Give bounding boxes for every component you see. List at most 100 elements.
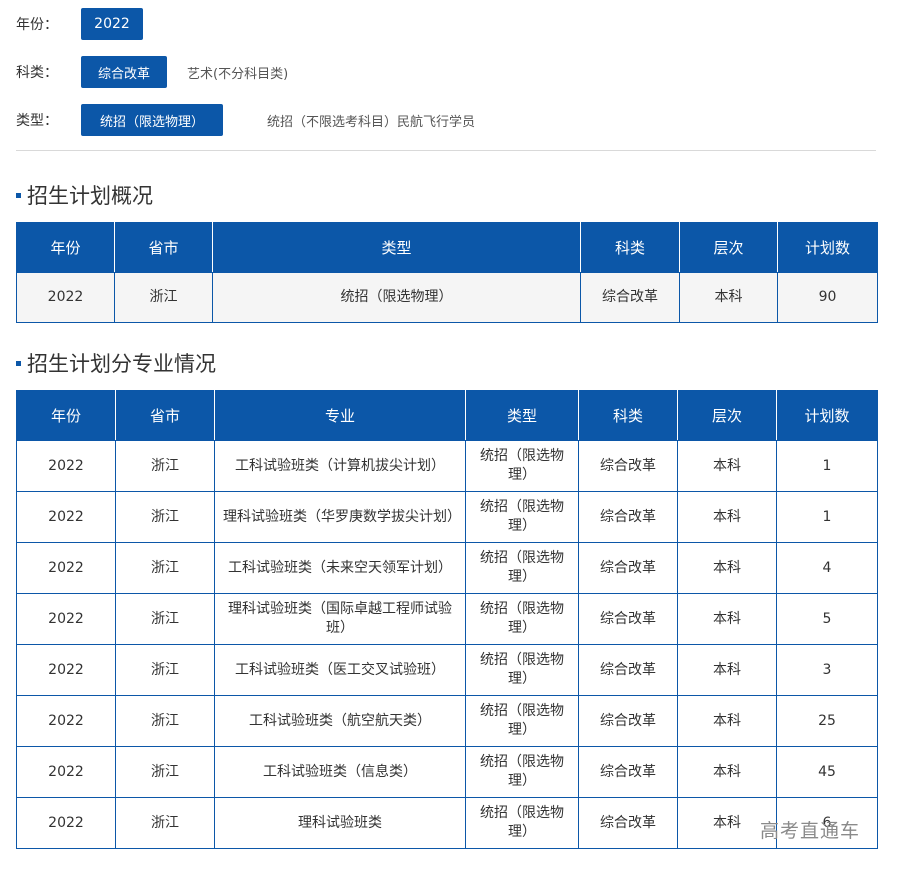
cell-level: 本科 (677, 593, 777, 645)
cell-level: 本科 (677, 695, 777, 747)
table-row: 2022 浙江 工科试验班类（计算机拔尖计划） 统招（限选物理） 综合改革 本科 1 (16, 440, 878, 492)
header-subject: 科类 (578, 390, 678, 441)
cell-plan-count: 1 (776, 491, 878, 543)
cell-type: 统招（限选物理） (465, 644, 579, 696)
cell-major: 工科试验班类（医工交叉试验班） (214, 644, 466, 696)
filter-subject-label: 科类： (16, 65, 58, 81)
header-plan-count: 计划数 (777, 222, 878, 273)
header-type: 类型 (212, 222, 581, 273)
cell-year: 2022 (16, 593, 116, 645)
filter-type-option-unrestricted[interactable]: 统招（不限选考科目） (267, 104, 397, 136)
cell-year: 2022 (16, 746, 116, 798)
filter-type-option-physics[interactable]: 统招（限选物理） (81, 104, 223, 136)
cell-level: 本科 (677, 440, 777, 492)
cell-year: 2022 (16, 644, 116, 696)
filter-type-label: 类型： (16, 113, 58, 129)
cell-province: 浙江 (115, 695, 215, 747)
cell-type: 统招（限选物理） (465, 797, 579, 849)
cell-province: 浙江 (115, 542, 215, 594)
header-province: 省市 (114, 222, 213, 273)
cell-level: 本科 (677, 542, 777, 594)
cell-level: 本科 (677, 491, 777, 543)
cell-year: 2022 (16, 542, 116, 594)
cell-type: 统招（限选物理） (212, 272, 581, 323)
table-header-row: 年份 省市 类型 科类 层次 计划数 (16, 222, 878, 273)
cell-subject: 综合改革 (578, 797, 678, 849)
header-province: 省市 (115, 390, 215, 441)
header-year: 年份 (16, 390, 116, 441)
section-title-majors: 招生计划分专业情况 (16, 348, 216, 378)
cell-plan-count: 45 (776, 746, 878, 798)
header-level: 层次 (679, 222, 778, 273)
cell-type: 统招（限选物理） (465, 695, 579, 747)
header-type: 类型 (465, 390, 579, 441)
table-row: 2022 浙江 理科试验班类（国际卓越工程师试验班） 统招（限选物理） 综合改革 本科 5 (16, 593, 878, 645)
cell-plan-count: 3 (776, 644, 878, 696)
cell-province: 浙江 (115, 491, 215, 543)
cell-plan-count: 4 (776, 542, 878, 594)
cell-subject: 综合改革 (578, 695, 678, 747)
table-row: 2022 浙江 工科试验班类（医工交叉试验班） 统招（限选物理） 综合改革 本科 3 (16, 644, 878, 696)
majors-table: 年份 省市 专业 类型 科类 层次 计划数 2022 浙江 工科试验班类（计算机拔尖… (16, 390, 878, 849)
filter-type-option-pilot[interactable]: 民航飞行学员 (397, 104, 475, 136)
cell-plan-count: 25 (776, 695, 878, 747)
cell-province: 浙江 (115, 593, 215, 645)
watermark: 高考直通车 (760, 820, 861, 842)
divider (16, 150, 876, 151)
cell-subject: 综合改革 (578, 593, 678, 645)
table-header-row: 年份 省市 专业 类型 科类 层次 计划数 (16, 390, 878, 441)
cell-type: 统招（限选物理） (465, 542, 579, 594)
table-row: 2022 浙江 工科试验班类（信息类） 统招（限选物理） 综合改革 本科 45 (16, 746, 878, 798)
filter-type-row: 类型： 统招（限选物理） 统招（不限选考科目） 民航飞行学员 (16, 104, 475, 136)
cell-year: 2022 (16, 491, 116, 543)
section-marker (16, 360, 21, 366)
header-level: 层次 (677, 390, 777, 441)
cell-plan-count: 90 (777, 272, 878, 323)
cell-year: 2022 (16, 272, 115, 323)
cell-province: 浙江 (115, 440, 215, 492)
table-row: 2022 浙江 理科试验班类 统招（限选物理） 综合改革 本科 6 (16, 797, 878, 849)
cell-major: 理科试验班类（华罗庚数学拔尖计划） (214, 491, 466, 543)
cell-major: 理科试验班类 (214, 797, 466, 849)
cell-major: 工科试验班类（计算机拔尖计划） (214, 440, 466, 492)
cell-level: 本科 (679, 272, 778, 323)
cell-major: 工科试验班类（信息类） (214, 746, 466, 798)
header-major: 专业 (214, 390, 466, 441)
cell-type: 统招（限选物理） (465, 440, 579, 492)
cell-plan-count: 5 (776, 593, 878, 645)
cell-year: 2022 (16, 695, 116, 747)
cell-subject: 综合改革 (578, 440, 678, 492)
section-title-text: 招生计划概况 (27, 184, 153, 208)
filter-year-row: 年份： 2022 (16, 8, 143, 40)
table-row: 2022 浙江 工科试验班类（航空航天类） 统招（限选物理） 综合改革 本科 25 (16, 695, 878, 747)
filter-year-option-2022[interactable]: 2022 (81, 8, 143, 40)
filter-subject-option-comprehensive[interactable]: 综合改革 (81, 56, 167, 88)
cell-subject: 综合改革 (578, 746, 678, 798)
cell-province: 浙江 (115, 797, 215, 849)
cell-province: 浙江 (114, 272, 213, 323)
section-title-text: 招生计划分专业情况 (27, 352, 216, 376)
cell-level: 本科 (677, 746, 777, 798)
filter-subject-row: 科类： 综合改革 艺术(不分科目类) (16, 56, 288, 88)
cell-type: 统招（限选物理） (465, 491, 579, 543)
cell-year: 2022 (16, 797, 116, 849)
table-row: 2022 浙江 工科试验班类（未来空天领军计划） 统招（限选物理） 综合改革 本科 4 (16, 542, 878, 594)
cell-subject: 综合改革 (578, 542, 678, 594)
table-row: 2022 浙江 统招（限选物理） 综合改革 本科 90 (16, 272, 878, 323)
cell-province: 浙江 (115, 746, 215, 798)
cell-province: 浙江 (115, 644, 215, 696)
table-row: 2022 浙江 理科试验班类（华罗庚数学拔尖计划） 统招（限选物理） 综合改革 本科 1 (16, 491, 878, 543)
cell-year: 2022 (16, 440, 116, 492)
filter-subject-option-art[interactable]: 艺术(不分科目类) (187, 56, 288, 88)
header-plan-count: 计划数 (776, 390, 878, 441)
cell-plan-count: 1 (776, 440, 878, 492)
cell-major: 工科试验班类（未来空天领军计划） (214, 542, 466, 594)
section-title-overview: 招生计划概况 (16, 180, 153, 210)
section-marker (16, 192, 21, 198)
cell-type: 统招（限选物理） (465, 746, 579, 798)
cell-type: 统招（限选物理） (465, 593, 579, 645)
header-subject: 科类 (580, 222, 680, 273)
cell-subject: 综合改革 (578, 644, 678, 696)
cell-level: 本科 (677, 644, 777, 696)
cell-subject: 综合改革 (578, 491, 678, 543)
